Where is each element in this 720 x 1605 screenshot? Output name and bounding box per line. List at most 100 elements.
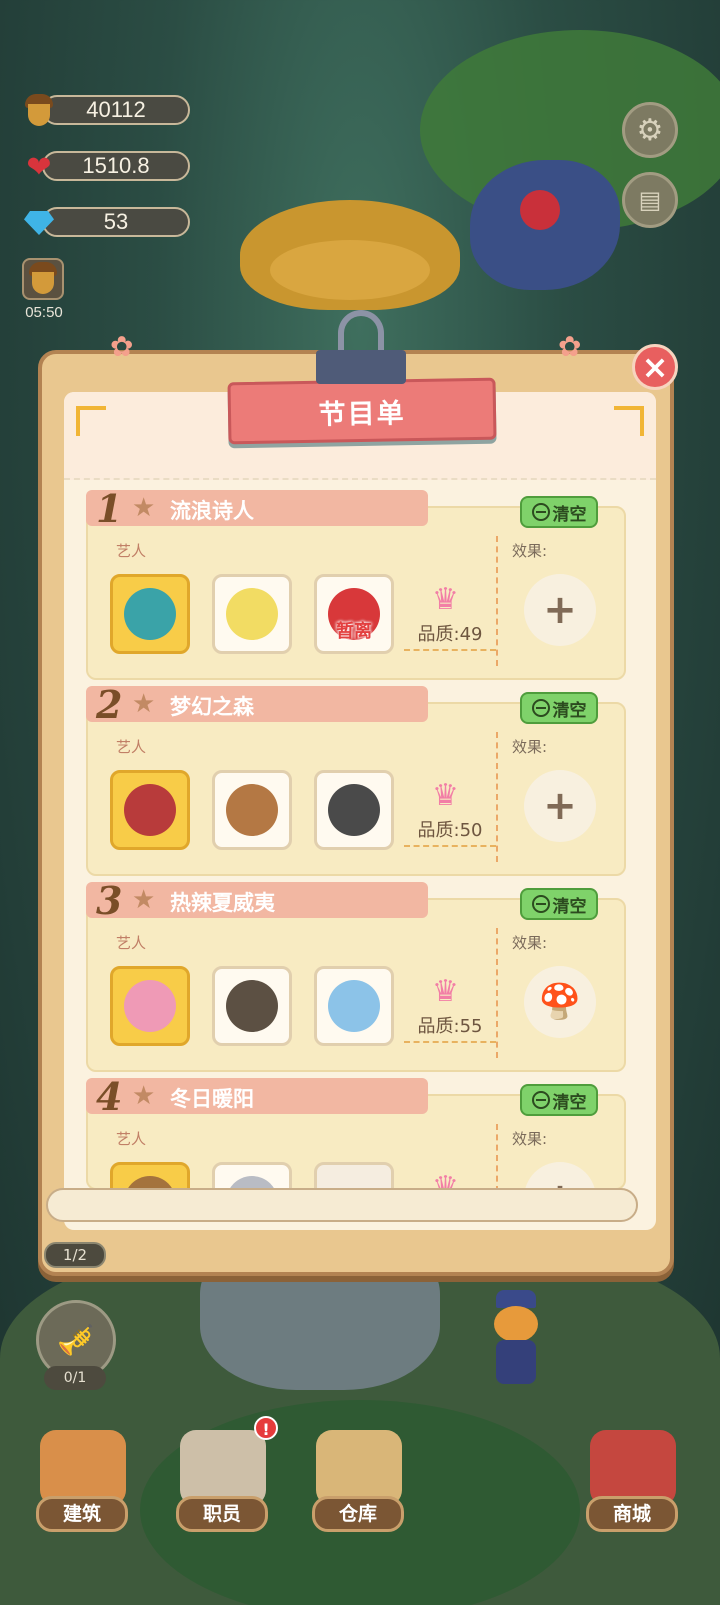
program-card: 2 ★ 梦幻之森 清空 艺人 效果: ♛ 品质:50 + xyxy=(86,682,626,876)
gem-icon xyxy=(20,204,58,242)
artist-slot[interactable] xyxy=(314,966,394,1046)
house-icon xyxy=(40,1430,126,1506)
star-icon: ★ xyxy=(132,885,156,915)
minus-circle-icon xyxy=(531,895,550,913)
shop-button[interactable]: 商城 xyxy=(576,1430,688,1540)
hippo-avatar-icon xyxy=(124,980,176,1032)
star-icon: ★ xyxy=(132,493,156,523)
star-icon: ★ xyxy=(132,689,156,719)
program-number: 3 xyxy=(96,878,123,923)
gorilla-avatar-icon xyxy=(328,784,380,836)
effect-label: 效果: xyxy=(512,542,548,560)
add-effect-button[interactable]: + xyxy=(524,770,596,842)
close-button[interactable]: × xyxy=(632,344,678,390)
trumpet-count: 0/1 xyxy=(44,1366,106,1390)
effect-label: 效果: xyxy=(512,1130,548,1148)
page-indicator: 1/2 xyxy=(44,1242,106,1268)
gear-icon: ⚙ xyxy=(636,112,664,148)
minus-circle-icon xyxy=(531,699,550,717)
clear-button[interactable]: 清空 xyxy=(520,692,598,724)
build-label: 建筑 xyxy=(36,1496,128,1532)
artist-slot[interactable] xyxy=(110,770,190,850)
divider xyxy=(496,536,498,666)
police-cat-character[interactable] xyxy=(488,1290,544,1386)
shop-label: 商城 xyxy=(586,1496,678,1532)
parrot-cowboy-avatar-icon xyxy=(124,588,176,640)
acorn-timer-button[interactable] xyxy=(22,258,64,300)
add-effect-button[interactable]: + xyxy=(524,574,596,646)
effect-slot[interactable]: 🍄 xyxy=(524,966,596,1038)
clear-label: 清空 xyxy=(552,896,587,917)
staff-button[interactable]: 职员 xyxy=(166,1430,278,1540)
crown-icon: ♛ xyxy=(432,778,459,813)
quality-value: 品质:50 xyxy=(404,816,496,847)
elephant-avatar-icon xyxy=(328,980,380,1032)
program-card: 3 ★ 热辣夏威夷 清空 艺人 效果: ♛ 品质:55 🍄 xyxy=(86,878,626,1072)
clear-label: 清空 xyxy=(552,504,587,525)
program-name: 梦幻之森 xyxy=(170,695,254,719)
binder-clip-icon xyxy=(316,310,406,390)
artists-label: 艺人 xyxy=(116,934,147,952)
boxes-icon xyxy=(316,1430,402,1506)
trumpet-icon: 🎺 xyxy=(57,1322,95,1358)
heart-counter[interactable]: ❤ 1510.8 xyxy=(20,148,190,185)
acorn-icon xyxy=(27,262,59,296)
clear-label: 清空 xyxy=(552,1092,587,1113)
staff-icon xyxy=(180,1430,266,1506)
crown-icon: ♛ xyxy=(432,974,459,1009)
program-card: 1 ★ 流浪诗人 清空 艺人 效果: 暂离 ♛ 品质:49 + xyxy=(86,486,626,680)
effect-label: 效果: xyxy=(512,738,548,756)
program-name: 流浪诗人 xyxy=(170,499,254,523)
plus-icon: + xyxy=(543,783,577,829)
artist-slot[interactable] xyxy=(110,574,190,654)
heart-icon: ❤ xyxy=(26,149,52,185)
artist-slot[interactable] xyxy=(212,574,292,654)
sheep-hat-avatar-icon xyxy=(124,784,176,836)
book-icon: ▤ xyxy=(638,186,662,214)
clear-button[interactable]: 清空 xyxy=(520,888,598,920)
flower-decoration: ✿ xyxy=(558,330,582,363)
clear-label: 清空 xyxy=(552,700,587,721)
artist-slot[interactable] xyxy=(110,966,190,1046)
divider xyxy=(496,928,498,1058)
scroll-roll-bottom xyxy=(46,1188,638,1222)
clear-button[interactable]: 清空 xyxy=(520,496,598,528)
timer-text: 05:50 xyxy=(25,304,63,321)
clear-button[interactable]: 清空 xyxy=(520,1084,598,1116)
star-icon: ★ xyxy=(132,1081,156,1111)
acorn-value: 40112 xyxy=(42,95,190,125)
acorn-counter[interactable]: 40112 xyxy=(20,92,190,130)
artist-slot[interactable]: 暂离 xyxy=(314,574,394,654)
divider xyxy=(496,732,498,862)
staff-alert-badge: ! xyxy=(254,1416,278,1440)
settings-button[interactable]: ⚙ xyxy=(622,102,678,158)
shop-icon xyxy=(590,1430,676,1506)
panel-title: 节目单 xyxy=(318,397,406,431)
gem-value: 53 xyxy=(42,207,190,237)
book-button[interactable]: ▤ xyxy=(622,172,678,228)
artist-slot[interactable] xyxy=(212,770,292,850)
quality-value: 品质:49 xyxy=(404,620,496,651)
warehouse-label: 仓库 xyxy=(312,1496,404,1532)
plus-icon: + xyxy=(543,587,577,633)
minus-circle-icon xyxy=(531,1091,550,1109)
warehouse-button[interactable]: 仓库 xyxy=(302,1430,414,1540)
close-icon: × xyxy=(641,348,669,386)
artists-label: 艺人 xyxy=(116,542,147,560)
artist-slot[interactable] xyxy=(314,770,394,850)
red-flower-center xyxy=(520,190,560,230)
staff-label: 职员 xyxy=(176,1496,268,1532)
flower-decoration: ✿ xyxy=(110,330,134,363)
program-number: 2 xyxy=(96,682,123,727)
gem-counter[interactable]: 53 xyxy=(20,204,190,242)
corner-decoration xyxy=(76,406,106,436)
artist-slot[interactable] xyxy=(212,966,292,1046)
program-card: 4★冬日暖阳清空艺人效果:+♛+ xyxy=(86,1074,626,1190)
deer-avatar-icon xyxy=(226,784,278,836)
program-name: 热辣夏威夷 xyxy=(170,891,275,915)
acorn-icon xyxy=(20,92,58,130)
build-button[interactable]: 建筑 xyxy=(26,1430,138,1540)
program-number: 4 xyxy=(96,1074,123,1119)
away-label: 暂离 xyxy=(336,621,372,642)
rainbow-mushroom-icon: 🍄 xyxy=(538,982,582,1022)
